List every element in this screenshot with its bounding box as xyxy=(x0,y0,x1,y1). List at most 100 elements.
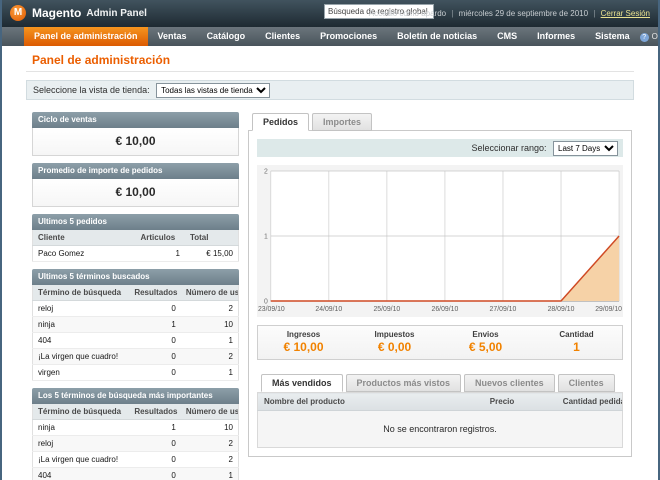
report-tabs: PedidosImportes xyxy=(248,112,632,131)
tab-m-s-vendidos[interactable]: Más vendidos xyxy=(261,374,343,392)
page-title: Panel de administración xyxy=(32,53,170,67)
totals-bar: Ingresos€ 10,00Impuestos€ 0,00Envios€ 5,… xyxy=(257,325,623,360)
tab-clientes[interactable]: Clientes xyxy=(558,374,615,392)
row-value-cell: 0 xyxy=(129,349,181,365)
row-label-cell: ¡La virgen que cuadro! xyxy=(33,349,130,365)
store-view-bar: Seleccione la vista de tienda: Todas las… xyxy=(26,80,634,100)
magento-admin-page: M Magento Admin Panel Accedió como apard… xyxy=(0,0,660,480)
column-header-resultados: Resultados xyxy=(129,285,181,301)
last-orders-table: ClienteArticulosTotalPaco Gomez1€ 15,00 xyxy=(32,230,239,262)
row-label-cell: ninja xyxy=(33,317,130,333)
row-value-cell: 0 xyxy=(129,365,181,381)
svg-text:29/09/10: 29/09/10 xyxy=(595,306,622,313)
table-row[interactable]: 40401 xyxy=(33,468,239,480)
svg-text:28/09/10: 28/09/10 xyxy=(548,306,575,313)
logo: M Magento Admin Panel xyxy=(10,5,147,21)
table-row[interactable]: Paco Gomez1€ 15,00 xyxy=(33,246,239,262)
row-value-cell: 0 xyxy=(129,436,181,452)
store-view-label: Seleccione la vista de tienda: xyxy=(33,85,150,95)
tab-importes[interactable]: Importes xyxy=(312,113,372,131)
table-row[interactable]: ninja110 xyxy=(33,317,239,333)
nav-item-clientes[interactable]: Clientes xyxy=(255,27,310,46)
avg-order-title: Promedio de importe de pedidos xyxy=(32,163,239,179)
table-row[interactable]: ninja110 xyxy=(33,420,239,436)
row-value-cell: 1 xyxy=(129,317,181,333)
row-value-cell: 0 xyxy=(129,333,181,349)
column-header-t-rmino-de-b-squeda: Término de búsqueda xyxy=(33,285,130,301)
dashboard-report-box: Seleccionar rango: Last 7 Days 01223/09/… xyxy=(248,130,632,457)
nav-item-cms[interactable]: CMS xyxy=(487,27,527,46)
column-header-resultados: Resultados xyxy=(129,404,181,420)
logout-link[interactable]: Cerrar Sesión xyxy=(601,9,650,18)
column-header-t-rmino-de-b-squeda: Término de búsqueda xyxy=(33,404,130,420)
help-link[interactable]: ?Obtener ayuda para esta página xyxy=(640,27,660,46)
column-header-nombre-del-producto: Nombre del producto xyxy=(258,393,484,411)
nav-item-panel-de-administraci-n[interactable]: Panel de administración xyxy=(24,27,148,46)
column-header-n-mero-de-usos: Número de usos xyxy=(181,285,239,301)
stat-label: Ingresos xyxy=(258,330,349,339)
nav-item-promociones[interactable]: Promociones xyxy=(310,27,387,46)
row-value-cell: 1 xyxy=(129,420,181,436)
store-view-select[interactable]: Todas las vistas de tienda xyxy=(156,83,270,98)
sales-cycle-title: Ciclo de ventas xyxy=(32,112,239,128)
row-value-cell: € 15,00 xyxy=(185,246,239,262)
top-search-terms-panel: Los 5 términos de búsqueda más important… xyxy=(32,388,239,480)
table-row[interactable]: reloj02 xyxy=(33,301,239,317)
table-row[interactable]: ¡La virgen que cuadro!02 xyxy=(33,452,239,468)
row-value-cell: 1 xyxy=(181,365,239,381)
svg-text:25/09/10: 25/09/10 xyxy=(373,306,400,313)
nav-item-bolet-n-de-noticias[interactable]: Boletín de noticias xyxy=(387,27,487,46)
row-value-cell: 10 xyxy=(181,420,239,436)
row-label-cell: ¡La virgen que cuadro! xyxy=(33,452,130,468)
nav-item-sistema[interactable]: Sistema xyxy=(585,27,640,46)
svg-text:27/09/10: 27/09/10 xyxy=(490,306,517,313)
nav-menu: Panel de administraciónVentasCatálogoCli… xyxy=(24,27,640,46)
row-value-cell: 2 xyxy=(181,452,239,468)
logo-subtitle: Admin Panel xyxy=(86,8,147,19)
row-value-cell: 0 xyxy=(129,301,181,317)
stat-value: € 5,00 xyxy=(440,340,531,354)
header: M Magento Admin Panel Accedió como apard… xyxy=(2,0,658,27)
empty-records-message: No se encontraron registros. xyxy=(258,411,623,448)
svg-text:2: 2 xyxy=(264,168,268,175)
tab-nuevos-clientes[interactable]: Nuevos clientes xyxy=(464,374,555,392)
row-label-cell: Paco Gomez xyxy=(33,246,136,262)
nav-item-cat-logo[interactable]: Catálogo xyxy=(197,27,256,46)
row-value-cell: 1 xyxy=(136,246,185,262)
column-header-precio: Precio xyxy=(484,393,557,411)
range-label: Seleccionar rango: xyxy=(471,143,546,153)
row-value-cell: 2 xyxy=(181,349,239,365)
top-search-terms-title: Los 5 términos de búsqueda más important… xyxy=(32,388,239,404)
row-value-cell: 0 xyxy=(129,452,181,468)
product-report-tabs: Más vendidosProductos más vistosNuevos c… xyxy=(257,373,623,392)
main-nav: Panel de administraciónVentasCatálogoCli… xyxy=(2,27,658,46)
column-header-cliente: Cliente xyxy=(33,230,136,246)
range-select[interactable]: Last 7 Days xyxy=(553,141,618,156)
avg-order-panel: Promedio de importe de pedidos € 10,00 xyxy=(32,163,239,207)
column-header-n-mero-de-usos: Número de usos xyxy=(181,404,239,420)
table-row[interactable]: virgen01 xyxy=(33,365,239,381)
stat-ingresos: Ingresos€ 10,00 xyxy=(258,326,349,359)
title-divider xyxy=(26,71,634,72)
logged-in-text: Accedió como apardo xyxy=(369,9,446,18)
sales-cycle-panel: Ciclo de ventas € 10,00 xyxy=(32,112,239,156)
nav-item-informes[interactable]: Informes xyxy=(527,27,585,46)
table-row[interactable]: reloj02 xyxy=(33,436,239,452)
header-date: miércoles 29 de septiembre de 2010 xyxy=(459,9,588,18)
top-search-terms-table: Término de búsquedaResultadosNúmero de u… xyxy=(32,404,239,480)
row-label-cell: 404 xyxy=(33,468,130,480)
stat-envios: Envios€ 5,00 xyxy=(440,326,531,359)
row-value-cell: 1 xyxy=(181,468,239,480)
row-label-cell: virgen xyxy=(33,365,130,381)
nav-item-ventas[interactable]: Ventas xyxy=(148,27,197,46)
logo-text: Magento xyxy=(32,6,81,20)
chart-area: 01223/09/1024/09/1025/09/1026/09/1027/09… xyxy=(257,165,623,317)
row-value-cell: 1 xyxy=(181,333,239,349)
tab-productos-m-s-vistos[interactable]: Productos más vistos xyxy=(346,374,462,392)
range-selector-bar: Seleccionar rango: Last 7 Days xyxy=(257,139,623,157)
tab-pedidos[interactable]: Pedidos xyxy=(252,113,309,131)
table-row[interactable]: 40401 xyxy=(33,333,239,349)
row-label-cell: reloj xyxy=(33,301,130,317)
table-row[interactable]: ¡La virgen que cuadro!02 xyxy=(33,349,239,365)
svg-text:0: 0 xyxy=(264,298,268,305)
